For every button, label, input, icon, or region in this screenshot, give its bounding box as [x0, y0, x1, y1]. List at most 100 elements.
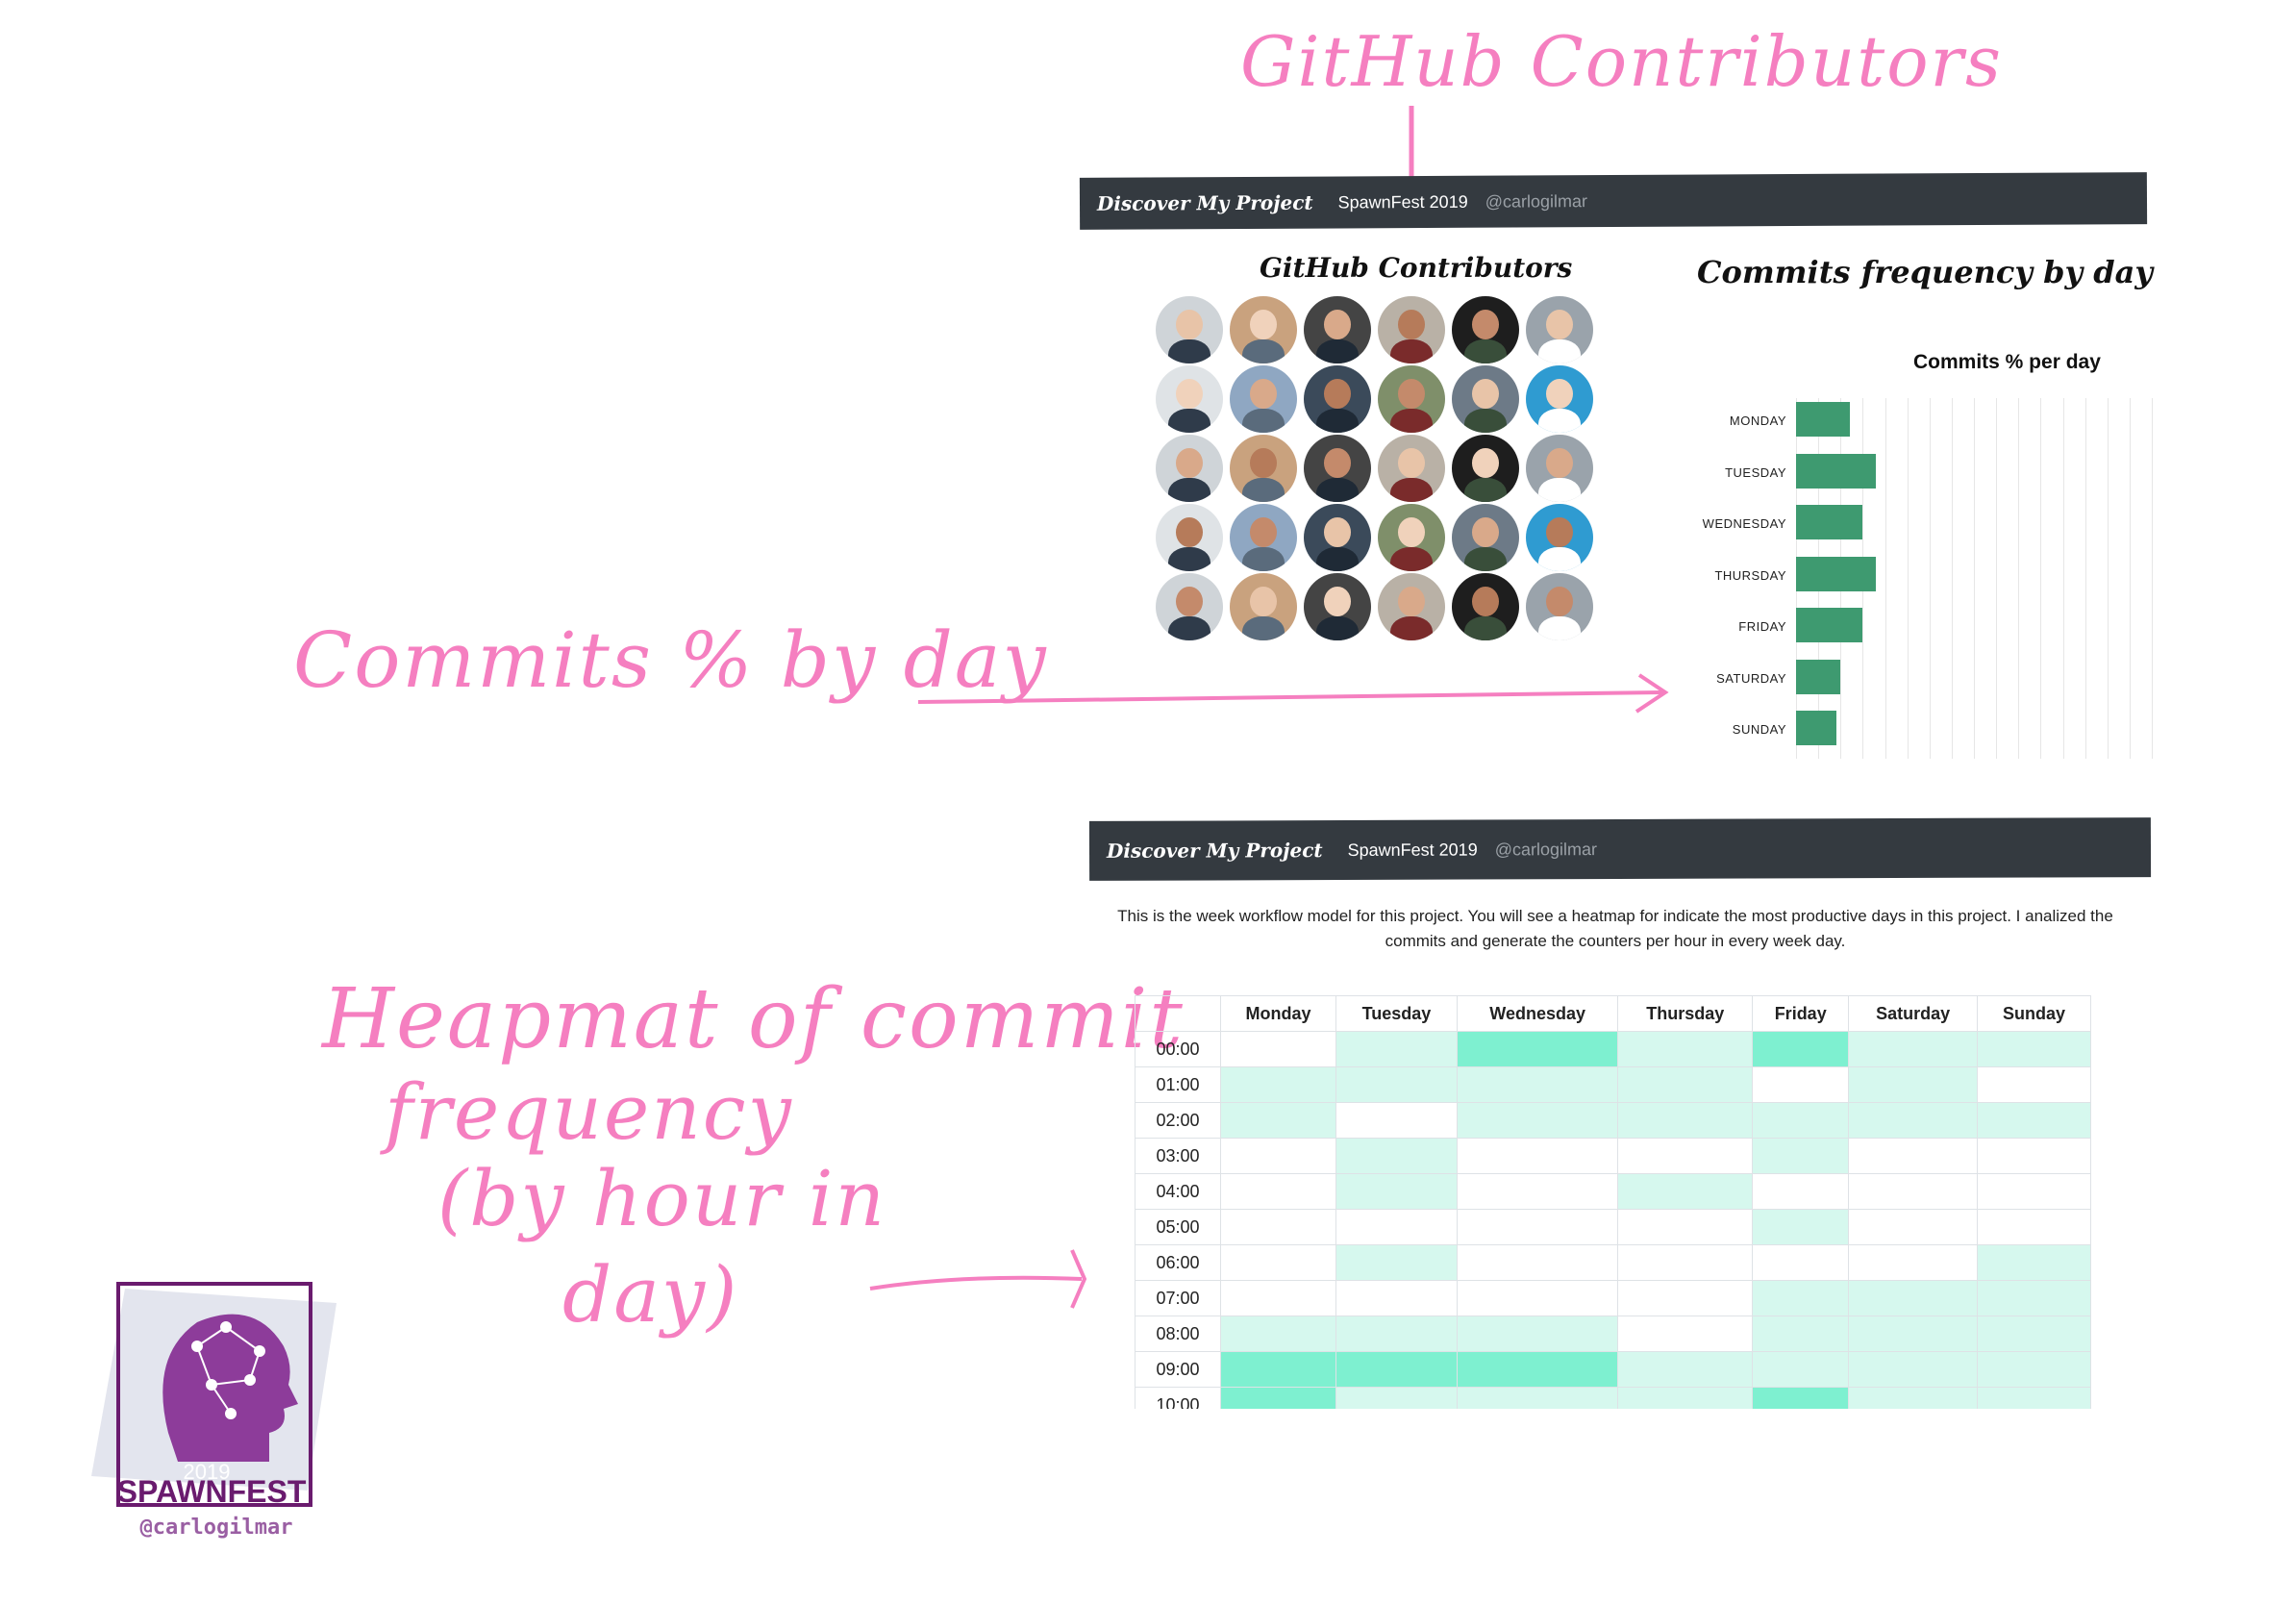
heatmap-cell[interactable]: [1977, 1138, 2091, 1174]
heatmap-cell[interactable]: [1617, 1102, 1754, 1139]
heatmap-cell[interactable]: [1220, 1387, 1336, 1409]
contributor-avatar[interactable]: [1230, 435, 1297, 502]
heatmap-cell[interactable]: [1456, 1102, 1619, 1139]
heatmap-cell[interactable]: [1848, 1316, 1979, 1352]
heatmap-cell[interactable]: [1456, 1173, 1619, 1210]
contributor-avatar[interactable]: [1378, 365, 1445, 433]
heatmap-cell[interactable]: [1752, 1173, 1850, 1210]
heatmap-cell[interactable]: [1456, 1387, 1619, 1409]
contributor-avatar[interactable]: [1230, 296, 1297, 363]
bar-sunday[interactable]: [1796, 711, 1836, 745]
heatmap-cell[interactable]: [1848, 1031, 1979, 1067]
heatmap-cell[interactable]: [1335, 1316, 1458, 1352]
heatmap-cell[interactable]: [1220, 1244, 1336, 1281]
heatmap-cell[interactable]: [1752, 1066, 1850, 1103]
heatmap-cell[interactable]: [1220, 1316, 1336, 1352]
heatmap-cell[interactable]: [1220, 1351, 1336, 1388]
heatmap-cell[interactable]: [1335, 1244, 1458, 1281]
navbar-brand-2[interactable]: Discover My Project: [1107, 839, 1323, 863]
heatmap-cell[interactable]: [1220, 1173, 1336, 1210]
heatmap-cell[interactable]: [1617, 1244, 1754, 1281]
heatmap-cell[interactable]: [1848, 1173, 1979, 1210]
heatmap-cell[interactable]: [1335, 1173, 1458, 1210]
heatmap-cell[interactable]: [1617, 1280, 1754, 1316]
contributor-avatar[interactable]: [1230, 504, 1297, 571]
nav-link-spawnfest-2[interactable]: SpawnFest 2019: [1348, 840, 1478, 860]
bar-thursday[interactable]: [1796, 556, 1877, 591]
contributor-avatar[interactable]: [1156, 435, 1223, 502]
heatmap-cell[interactable]: [1335, 1351, 1458, 1388]
contributor-avatar[interactable]: [1378, 504, 1445, 571]
heatmap-cell[interactable]: [1617, 1351, 1754, 1388]
bar-saturday[interactable]: [1796, 659, 1841, 694]
heatmap-cell[interactable]: [1220, 1138, 1336, 1174]
heatmap-cell[interactable]: [1977, 1209, 2091, 1245]
heatmap-cell[interactable]: [1617, 1173, 1754, 1210]
heatmap-cell[interactable]: [1456, 1209, 1619, 1245]
heatmap-cell[interactable]: [1752, 1102, 1850, 1139]
heatmap-cell[interactable]: [1977, 1173, 2091, 1210]
contributor-avatar[interactable]: [1526, 365, 1593, 433]
heatmap-cell[interactable]: [1848, 1102, 1979, 1139]
heatmap-cell[interactable]: [1977, 1387, 2091, 1409]
heatmap-cell[interactable]: [1977, 1280, 2091, 1316]
heatmap-cell[interactable]: [1335, 1387, 1458, 1409]
heatmap-cell[interactable]: [1752, 1031, 1850, 1067]
heatmap-cell[interactable]: [1617, 1138, 1754, 1174]
heatmap-cell[interactable]: [1848, 1387, 1979, 1409]
heatmap-cell[interactable]: [1335, 1138, 1458, 1174]
contributor-avatar[interactable]: [1526, 573, 1593, 640]
heatmap-cell[interactable]: [1752, 1387, 1850, 1409]
contributor-avatar[interactable]: [1156, 296, 1223, 363]
bar-monday[interactable]: [1796, 402, 1850, 437]
heatmap-cell[interactable]: [1848, 1066, 1979, 1103]
contributor-avatar[interactable]: [1452, 435, 1519, 502]
heatmap-cell[interactable]: [1848, 1280, 1979, 1316]
heatmap-cell[interactable]: [1752, 1209, 1850, 1245]
heatmap-cell[interactable]: [1848, 1244, 1979, 1281]
contributor-avatar[interactable]: [1452, 296, 1519, 363]
heatmap-cell[interactable]: [1335, 1280, 1458, 1316]
heatmap-cell[interactable]: [1617, 1031, 1754, 1067]
heatmap-cell[interactable]: [1220, 1209, 1336, 1245]
contributor-avatar[interactable]: [1378, 435, 1445, 502]
heatmap-cell[interactable]: [1335, 1066, 1458, 1103]
contributor-avatar[interactable]: [1304, 573, 1371, 640]
heatmap-cell[interactable]: [1977, 1102, 2091, 1139]
heatmap-cell[interactable]: [1752, 1316, 1850, 1352]
contributor-avatar[interactable]: [1230, 365, 1297, 433]
heatmap-cell[interactable]: [1456, 1280, 1619, 1316]
contributor-avatar[interactable]: [1378, 573, 1445, 640]
heatmap-cell[interactable]: [1617, 1066, 1754, 1103]
contributor-avatar[interactable]: [1304, 435, 1371, 502]
heatmap-cell[interactable]: [1752, 1351, 1850, 1388]
contributor-avatar[interactable]: [1156, 573, 1223, 640]
heatmap-cell[interactable]: [1456, 1066, 1619, 1103]
contributor-avatar[interactable]: [1304, 365, 1371, 433]
heatmap-cell[interactable]: [1335, 1102, 1458, 1139]
heatmap-cell[interactable]: [1617, 1316, 1754, 1352]
nav-link-handle-2[interactable]: @carlogilmar: [1495, 840, 1597, 860]
bar-wednesday[interactable]: [1796, 505, 1863, 539]
heatmap-cell[interactable]: [1977, 1066, 2091, 1103]
heatmap-cell[interactable]: [1977, 1031, 2091, 1067]
navbar-brand[interactable]: Discover My Project: [1097, 191, 1313, 215]
heatmap-cell[interactable]: [1617, 1209, 1754, 1245]
heatmap-cell[interactable]: [1220, 1031, 1336, 1067]
nav-link-handle[interactable]: @carlogilmar: [1485, 191, 1587, 213]
contributor-avatar[interactable]: [1452, 573, 1519, 640]
bar-tuesday[interactable]: [1796, 453, 1877, 489]
contributor-avatar[interactable]: [1378, 296, 1445, 363]
contributor-avatar[interactable]: [1304, 504, 1371, 571]
contributor-avatar[interactable]: [1230, 573, 1297, 640]
heatmap-cell[interactable]: [1617, 1387, 1754, 1409]
heatmap-cell[interactable]: [1752, 1244, 1850, 1281]
heatmap-cell[interactable]: [1977, 1244, 2091, 1281]
heatmap-cell[interactable]: [1456, 1244, 1619, 1281]
bar-friday[interactable]: [1796, 608, 1863, 642]
contributor-avatar[interactable]: [1156, 504, 1223, 571]
heatmap-cell[interactable]: [1456, 1138, 1619, 1174]
heatmap-cell[interactable]: [1335, 1209, 1458, 1245]
heatmap-cell[interactable]: [1220, 1066, 1336, 1103]
contributor-avatar[interactable]: [1304, 296, 1371, 363]
